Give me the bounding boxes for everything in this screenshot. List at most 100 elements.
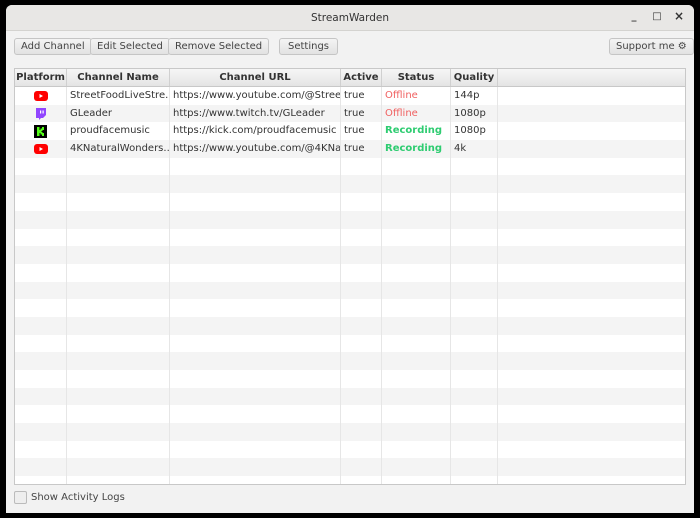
channel-name-cell (67, 458, 170, 477)
show-logs-label[interactable]: Show Activity Logs (31, 492, 125, 503)
active-cell (341, 476, 382, 484)
quality-cell: 1080p (451, 104, 498, 123)
channel-name-cell (67, 281, 170, 300)
table-body: StreetFoodLiveStre... https://www.youtube… (15, 87, 685, 484)
table-row[interactable]: GLeader https://www.twitch.tv/GLeader true… (15, 104, 685, 123)
channel-name-cell (67, 175, 170, 194)
youtube-icon (33, 90, 48, 101)
status-cell (382, 334, 451, 353)
table-row[interactable] (15, 210, 685, 229)
header-filler (498, 69, 685, 86)
platform-cell (15, 316, 67, 335)
table-row[interactable] (15, 246, 685, 264)
filler-cell (498, 335, 685, 353)
active-cell: true (341, 87, 382, 105)
table-row[interactable] (15, 157, 685, 176)
table-row[interactable] (15, 352, 685, 370)
settings-button[interactable]: Settings (279, 38, 339, 55)
quality-cell: 144p (451, 87, 498, 105)
header-status[interactable]: Status (382, 69, 451, 86)
table-row[interactable] (15, 193, 685, 211)
filler-cell (498, 388, 685, 406)
title-bar: StreamWarden _ □ × (6, 5, 694, 31)
table-row[interactable] (15, 281, 685, 300)
filler-cell (498, 246, 685, 264)
status-cell (382, 299, 451, 317)
twitch-icon (35, 107, 47, 121)
table-row[interactable] (15, 405, 685, 424)
table-row[interactable] (15, 423, 685, 441)
filler-cell (498, 299, 685, 317)
channel-url-cell (170, 228, 341, 247)
channels-table[interactable]: Platform Channel Name Channel URL Active… (14, 68, 686, 485)
status-cell (382, 405, 451, 424)
table-row[interactable] (15, 175, 685, 194)
table-row[interactable] (15, 228, 685, 247)
header-quality[interactable]: Quality (451, 69, 498, 86)
status-cell (382, 476, 451, 484)
status-cell (382, 370, 451, 388)
channel-name-cell (67, 316, 170, 335)
channel-name-cell (67, 405, 170, 424)
filler-cell (498, 352, 685, 370)
filler-cell (498, 122, 685, 140)
close-button[interactable]: × (672, 9, 686, 23)
table-row[interactable] (15, 476, 685, 484)
quality-cell (451, 458, 498, 477)
quality-cell (451, 423, 498, 441)
filler-cell (498, 105, 685, 123)
platform-cell (15, 334, 67, 353)
filler-cell (498, 87, 685, 105)
add-channel-button[interactable]: Add Channel (14, 38, 92, 55)
channel-name-cell (67, 246, 170, 264)
filler-cell (498, 476, 685, 484)
platform-cell (15, 246, 67, 264)
app-window: StreamWarden _ □ × Add Channel Edit Sele… (6, 5, 694, 513)
channel-name-cell: proudfacemusic (67, 122, 170, 141)
minimize-button[interactable]: _ (627, 11, 641, 22)
support-me-button[interactable]: Support me ⚙ (609, 38, 694, 55)
header-platform[interactable]: Platform (15, 69, 67, 86)
channel-name-cell (67, 370, 170, 388)
table-row[interactable] (15, 458, 685, 477)
remove-selected-button[interactable]: Remove Selected (168, 38, 270, 55)
maximize-button[interactable]: □ (650, 11, 664, 22)
table-row[interactable]: StreetFoodLiveStre... https://www.youtube… (15, 87, 685, 105)
show-logs-checkbox[interactable] (14, 491, 27, 504)
channel-name-cell: StreetFoodLiveStre... (67, 87, 170, 105)
header-channel-name[interactable]: Channel Name (67, 69, 170, 86)
channel-url-cell: https://www.youtube.com/@4KNat... (170, 140, 341, 158)
quality-cell (451, 299, 498, 317)
status-cell (382, 175, 451, 194)
channel-name-cell: GLeader (67, 104, 170, 123)
header-active[interactable]: Active (341, 69, 382, 86)
table-row[interactable]: proudfacemusic https://kick.com/proudface… (15, 122, 685, 141)
active-cell (341, 228, 382, 247)
table-row[interactable] (15, 263, 685, 282)
table-row[interactable] (15, 387, 685, 406)
channel-url-cell (170, 246, 341, 264)
table-row[interactable] (15, 316, 685, 335)
table-row[interactable] (15, 440, 685, 459)
platform-cell (15, 228, 67, 247)
edit-selected-button[interactable]: Edit Selected (90, 38, 170, 55)
quality-cell (451, 228, 498, 247)
quality-cell (451, 210, 498, 229)
status-cell (382, 263, 451, 282)
filler-cell (498, 370, 685, 388)
table-row[interactable] (15, 334, 685, 353)
quality-cell: 1080p (451, 122, 498, 141)
quality-cell (451, 175, 498, 194)
channel-name-cell (67, 352, 170, 370)
table-row[interactable]: 4KNaturalWonders... https://www.youtube.c… (15, 140, 685, 158)
table-row[interactable] (15, 370, 685, 388)
platform-cell (15, 476, 67, 484)
channel-url-cell (170, 458, 341, 477)
channel-name-cell (67, 263, 170, 282)
channel-name-cell (67, 423, 170, 441)
header-channel-url[interactable]: Channel URL (170, 69, 341, 86)
status-cell (382, 423, 451, 441)
table-row[interactable] (15, 299, 685, 317)
channel-url-cell (170, 334, 341, 353)
channel-url-cell (170, 423, 341, 441)
